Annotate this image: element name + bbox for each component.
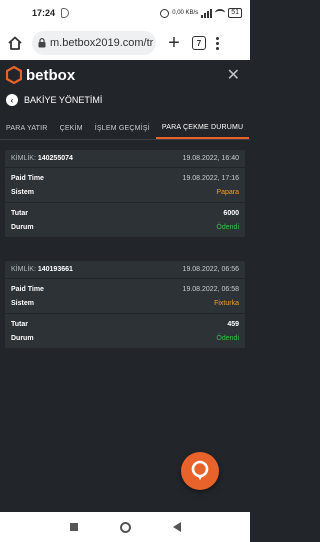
transaction-id: KİMLİK: 140255074 xyxy=(11,155,73,162)
status-label: Durum xyxy=(11,223,34,231)
transaction-header: KİMLİK: 140255074 19.08.2022, 16:40 xyxy=(5,150,245,168)
paid-time-label: Paid Time xyxy=(11,285,44,293)
amount-info: Tutar 6000 Durum Ödendi xyxy=(5,203,245,237)
home-icon[interactable] xyxy=(6,34,24,52)
home-button-icon[interactable] xyxy=(119,521,131,533)
alarm-icon xyxy=(160,8,170,18)
wifi-icon xyxy=(215,9,226,17)
chat-bubble-icon xyxy=(191,460,209,480)
amount-value: 459 xyxy=(227,320,239,328)
browser-toolbar: m.betbox2019.com/tr + 7 xyxy=(0,26,250,60)
tab-withdraw[interactable]: ÇEKİM xyxy=(54,118,89,139)
transaction-header: KİMLİK: 140193661 19.08.2022, 06:56 xyxy=(5,261,245,279)
transaction-card: KİMLİK: 140255074 19.08.2022, 16:40 Paid… xyxy=(5,150,245,237)
system-row: Sistem Papara xyxy=(5,185,245,199)
status-bar: 17:24 0,00 KB/s 51 xyxy=(0,0,250,26)
paid-time-row: Paid Time 19.08.2022, 06:58 xyxy=(5,282,245,296)
paid-time-value: 19.08.2022, 06:58 xyxy=(182,285,239,293)
app-header: betbox ✕ xyxy=(0,60,250,90)
amount-label: Tutar xyxy=(11,209,28,217)
paid-time-value: 19.08.2022, 17:16 xyxy=(182,174,239,182)
live-support-button[interactable] xyxy=(181,452,219,490)
parking-notification-icon xyxy=(61,8,70,18)
amount-row: Tutar 459 xyxy=(5,317,245,331)
address-bar[interactable]: m.betbox2019.com/tr xyxy=(32,31,156,55)
system-value: Papara xyxy=(216,188,239,196)
amount-value: 6000 xyxy=(223,209,239,217)
tab-switcher-button[interactable]: 7 xyxy=(192,36,206,50)
new-tab-icon[interactable]: + xyxy=(164,33,184,53)
status-row: Durum Ödendi xyxy=(5,220,245,234)
more-menu-icon[interactable] xyxy=(216,36,219,50)
battery-indicator: 51 xyxy=(228,8,242,18)
amount-info: Tutar 459 Durum Ödendi xyxy=(5,314,245,348)
tab-withdrawal-status[interactable]: PARA ÇEKME DURUMU xyxy=(155,118,250,139)
system-label: Sistem xyxy=(11,188,34,196)
back-icon[interactable] xyxy=(172,522,181,532)
transaction-id: KİMLİK: 140193661 xyxy=(11,266,73,273)
transaction-created: 19.08.2022, 16:40 xyxy=(182,155,239,162)
system-label: Sistem xyxy=(11,299,34,307)
payment-info: Paid Time 19.08.2022, 17:16 Sistem Papar… xyxy=(5,168,245,203)
url-text: m.betbox2019.com/tr xyxy=(50,37,154,49)
section-title: BAKİYE YÖNETİMİ xyxy=(24,95,103,105)
system-value: Fixturka xyxy=(214,299,239,307)
hexagon-logo-icon xyxy=(6,66,22,84)
network-speed: 0,00 KB/s xyxy=(172,10,199,16)
brand-name: betbox xyxy=(26,66,76,84)
paid-time-label: Paid Time xyxy=(11,174,44,182)
close-icon[interactable]: ✕ xyxy=(227,65,240,85)
status-badge: Ödendi xyxy=(216,334,239,342)
amount-label: Tutar xyxy=(11,320,28,328)
tab-deposit[interactable]: PARA YATIR xyxy=(0,118,54,139)
system-navigation-bar xyxy=(0,512,250,542)
status-time: 17:24 xyxy=(32,8,56,18)
status-row: Durum Ödendi xyxy=(5,331,245,345)
system-row: Sistem Fixturka xyxy=(5,296,245,310)
status-badge: Ödendi xyxy=(216,223,239,231)
signal-icon xyxy=(201,8,213,18)
transaction-card: KİMLİK: 140193661 19.08.2022, 06:56 Paid… xyxy=(5,261,245,348)
paid-time-row: Paid Time 19.08.2022, 17:16 xyxy=(5,171,245,185)
brand-logo[interactable]: betbox xyxy=(6,66,75,84)
transaction-created: 19.08.2022, 06:56 xyxy=(182,266,239,273)
recent-apps-icon[interactable] xyxy=(69,523,78,531)
balance-tabs: PARA YATIR ÇEKİM İŞLEM GEÇMİŞİ PARA ÇEKM… xyxy=(0,118,250,140)
status-label: Durum xyxy=(11,334,34,342)
tab-transaction-history[interactable]: İŞLEM GEÇMİŞİ xyxy=(89,118,156,139)
lock-icon xyxy=(38,38,46,48)
payment-info: Paid Time 19.08.2022, 06:58 Sistem Fixtu… xyxy=(5,279,245,314)
back-button-icon[interactable]: ‹ xyxy=(6,94,18,106)
section-header: ‹ BAKİYE YÖNETİMİ xyxy=(6,94,102,106)
amount-row: Tutar 6000 xyxy=(5,206,245,220)
